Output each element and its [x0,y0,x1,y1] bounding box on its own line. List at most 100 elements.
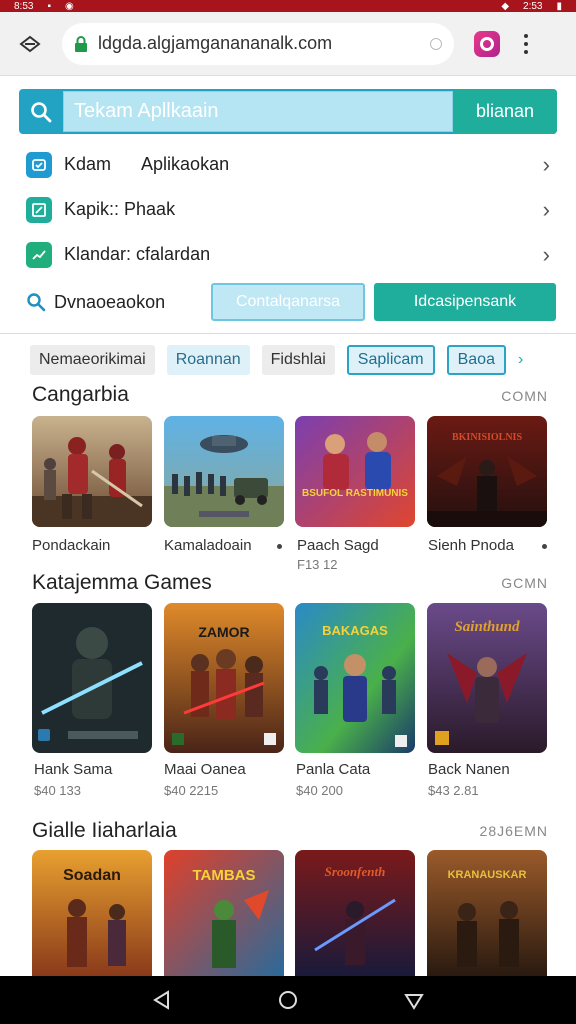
game-tile[interactable]: BAKAGAS [295,603,415,753]
game-tile[interactable]: TAMBAS [164,850,284,976]
status-time-left: 8:53 [14,0,34,12]
section-title: Cangarbia [32,383,129,406]
game-tile[interactable]: Sroonfenth [295,850,415,976]
tile-title: KRANAUSKAR [448,869,527,881]
status-time-right: 2:53 [523,0,543,12]
primary-button[interactable]: Idcasipensank [374,283,556,321]
chevron-right-icon[interactable]: › [518,351,523,369]
search-icon [27,293,46,312]
section-more-link[interactable]: 28J6EMN [480,823,548,839]
chip[interactable]: Fidshlai [261,345,335,375]
separator-dot [542,544,547,549]
chevron-right-icon: › [542,151,550,177]
game-artwork [164,416,284,527]
tile-title: Sroonfenth [325,864,386,879]
overflow-menu-icon[interactable] [524,33,528,54]
section-title: Katajemma Games [32,571,212,594]
game-artwork: Sroonfenth [295,850,415,976]
section-more-link[interactable]: GCMN [501,575,548,591]
game-name: Panla Cata [296,761,371,778]
tile-title: Soadan [63,867,121,884]
lock-icon [75,35,87,52]
game-name: Maai Oanea [164,761,246,778]
game-artwork: Soadan [32,850,152,976]
tile-title: BAKAGAS [322,623,388,638]
game-name: Paach Sagd [297,537,379,554]
search-input[interactable]: Tekam Apllkaain [63,91,453,132]
tile-title: BSUFOL RASTIMUNIS [302,488,408,499]
menu-item-2[interactable]: Kapik:: Phaak › [0,187,576,232]
game-artwork: BSUFOL RASTIMUNIS [295,416,415,527]
game-name: Back Nanen [428,761,510,778]
game-price: $40 133 [34,783,81,798]
edit-icon [26,196,52,223]
battery-icon: ▮ [556,0,562,12]
chip-selected[interactable]: Saplicam [346,345,435,375]
status-bar: 8:53 ▪ ◉ ◆ 2:53 ▮ [0,0,576,12]
app-icon: ◉ [65,0,74,12]
reload-icon[interactable] [430,37,442,50]
menu-item-label: Klandar: cfalardan [64,244,211,264]
menu-item-label: Kapik:: Phaak [64,199,176,219]
search-icon [19,101,63,123]
game-tile[interactable]: BSUFOL RASTIMUNIS [295,416,415,527]
clock-icon [26,151,52,178]
back-icon[interactable] [151,989,173,1011]
game-artwork: TAMBAS [164,850,284,976]
game-price: $40 200 [296,783,343,798]
search-link[interactable]: Dvnaoeaokon [26,292,206,313]
game-artwork: BAKAGAS [295,603,415,753]
separator-dot [277,544,282,549]
game-tile[interactable] [32,416,152,527]
game-price: $43 2.81 [428,783,479,798]
notification-icon: ▪ [47,0,52,12]
alarm-icon: ◆ [501,0,510,12]
chip[interactable]: Roannan [166,345,250,375]
home-button-icon[interactable] [277,989,299,1011]
game-tile[interactable]: KRANAUSKAR [427,850,547,976]
chevron-right-icon: › [542,241,550,267]
url-text: ldgda.algjamganananalk.com [98,33,333,53]
game-name: Sienh Pnoda [428,537,514,554]
game-tile[interactable] [164,416,284,527]
section-more-link[interactable]: COMN [501,388,548,404]
game-name: Pondackain [32,537,111,554]
url-bar[interactable]: ldgda.algjamganananalk.com [62,22,454,65]
game-tile[interactable]: ZAMOR [164,603,284,753]
menu-item-1[interactable]: Kdam Aplikaokan › [0,142,576,187]
section-title: Gialle Iiaharlaia [32,819,177,842]
filter-chips: Nemaeorikimai Roannan Fidshlai Saplicam … [30,344,523,376]
tile-title: TAMBAS [192,867,255,884]
menu-item-sublabel: Aplikaokan [141,154,230,174]
game-tile[interactable] [32,603,152,753]
browser-toolbar: ldgda.algjamganananalk.com [0,12,576,76]
search-button[interactable]: blianan [453,89,557,134]
tile-title: ZAMOR [198,624,249,640]
system-nav-bar [0,976,576,1024]
chip[interactable]: Nemaeorikimai [30,345,155,375]
game-tile[interactable]: Soadan [32,850,152,976]
tile-title: BKINISIOLNIS [452,432,522,443]
game-price: $40 2215 [164,783,219,798]
home-icon[interactable] [12,26,48,62]
game-meta: F13 12 [297,557,338,572]
game-artwork: BKINISIOLNIS [427,416,547,527]
menu-item-3[interactable]: Klandar: cfalardan › [0,232,576,277]
game-artwork: KRANAUSKAR [427,850,547,976]
recents-icon[interactable] [403,989,425,1011]
game-tile[interactable]: BKINISIOLNIS [427,416,547,527]
chip-selected[interactable]: Baoa [446,345,506,375]
game-name: Kamaladoain [164,537,252,554]
game-tile[interactable]: Sainthund [427,603,547,753]
extension-icon[interactable] [474,30,500,57]
game-artwork: ZAMOR [164,603,284,753]
menu-item-label: Kdam [64,154,112,174]
chevron-right-icon: › [542,196,550,222]
game-artwork [32,416,152,527]
game-artwork [32,603,152,753]
secondary-button[interactable]: Contalqanarsa [211,283,365,321]
chart-icon [26,241,52,268]
app-search-bar: Tekam Apllkaain blianan [19,89,557,134]
search-link-label: Dvnaoeaokon [54,291,166,312]
game-artwork: Sainthund [427,603,547,753]
